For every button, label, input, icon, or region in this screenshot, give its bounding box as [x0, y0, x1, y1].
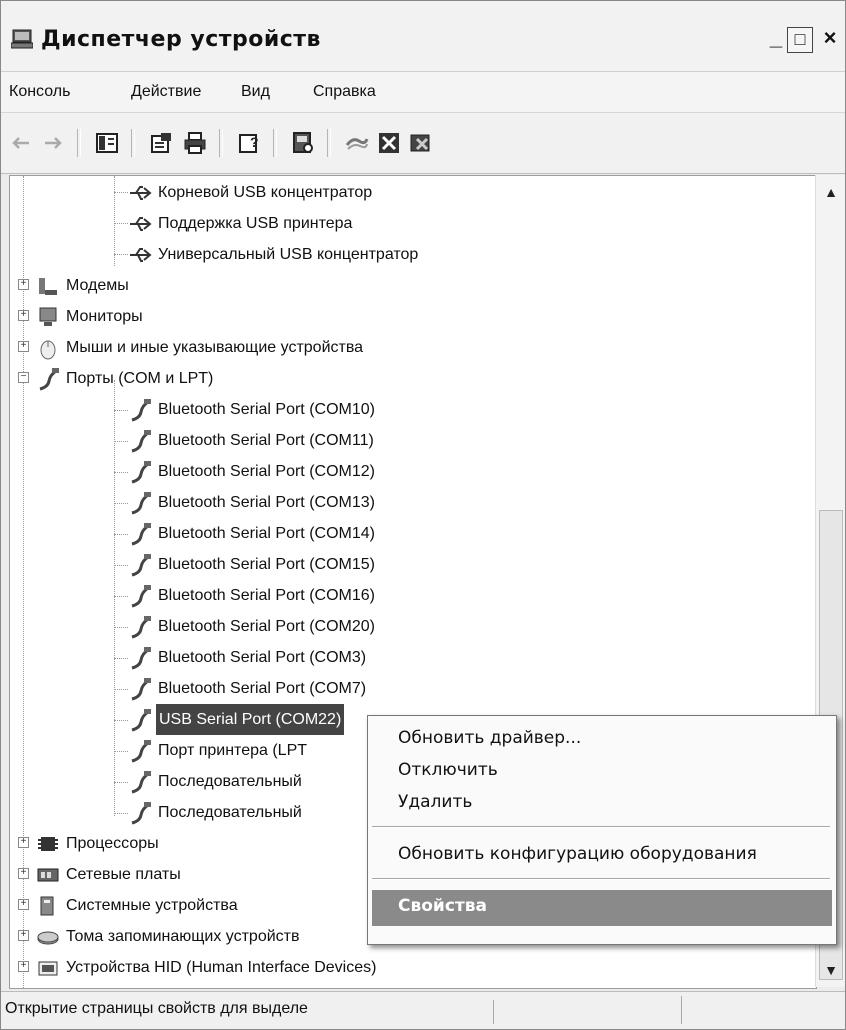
expand-toggle[interactable]: +	[18, 868, 29, 879]
expand-toggle[interactable]: +	[18, 930, 29, 941]
port-icon	[131, 740, 151, 763]
menu-disable[interactable]: Отключить	[398, 760, 498, 780]
port-icon	[131, 709, 151, 732]
modem-icon	[39, 278, 57, 295]
menu-separator	[372, 878, 830, 880]
mouse-icon	[40, 340, 56, 360]
port-icon	[131, 399, 151, 422]
toolbar: ?	[1, 113, 845, 174]
menu-console[interactable]: Консоль	[9, 83, 70, 101]
help-icon[interactable]: ?	[237, 131, 261, 155]
imaging-device-icon	[36, 987, 60, 989]
status-text: Открытие страницы свойств для выделе	[5, 1000, 494, 1024]
title-bar: Диспетчер устройств _ □ ×	[1, 1, 845, 72]
svg-text:?: ?	[250, 134, 259, 150]
print-icon[interactable]	[183, 131, 207, 155]
monitor-icon	[39, 307, 57, 326]
expand-toggle[interactable]: +	[18, 279, 29, 290]
expand-toggle[interactable]: +	[18, 837, 29, 848]
status-pane	[681, 996, 682, 1024]
expand-toggle[interactable]: +	[18, 310, 29, 321]
port-icon	[39, 368, 59, 391]
uninstall-device-icon[interactable]	[409, 131, 433, 155]
port-icon	[131, 771, 151, 794]
cpu-icon	[38, 837, 58, 851]
expand-toggle[interactable]: +	[18, 341, 29, 352]
close-button[interactable]: ×	[817, 27, 843, 53]
menu-uninstall[interactable]: Удалить	[398, 792, 472, 812]
maximize-button[interactable]: □	[787, 27, 813, 53]
minimize-button[interactable]: _	[763, 27, 789, 53]
computer-icon	[11, 29, 33, 49]
scroll-down-icon[interactable]: ▼	[818, 957, 844, 983]
menu-action[interactable]: Действие	[131, 83, 201, 101]
port-icon	[131, 616, 151, 639]
usb-icon	[130, 248, 152, 262]
port-icon	[131, 554, 151, 577]
usb-icon	[130, 186, 152, 200]
menu-properties[interactable]: Свойства	[372, 890, 832, 926]
port-icon	[131, 802, 151, 825]
scan-hardware-icon[interactable]	[291, 131, 315, 155]
show-hide-tree-icon[interactable]	[95, 131, 119, 155]
menu-update-driver[interactable]: Обновить драйвер...	[398, 728, 581, 748]
port-icon	[131, 430, 151, 453]
menu-separator	[372, 826, 830, 828]
device-manager-window: Диспетчер устройств _ □ × Консоль Действ…	[0, 0, 846, 1030]
network-card-icon	[37, 868, 59, 882]
hid-device-icon	[38, 961, 58, 976]
collapse-toggle[interactable]: −	[18, 372, 29, 383]
port-icon	[131, 523, 151, 546]
menu-bar: Консоль Действие Вид Справка	[1, 72, 845, 113]
usb-icon	[130, 217, 152, 231]
port-icon	[131, 585, 151, 608]
menu-view[interactable]: Вид	[241, 83, 270, 101]
port-icon	[131, 492, 151, 515]
expand-toggle[interactable]: +	[18, 961, 29, 972]
back-arrow-icon[interactable]	[9, 131, 33, 155]
expand-toggle[interactable]: +	[18, 899, 29, 910]
system-device-icon	[40, 896, 54, 916]
storage-volume-icon	[37, 931, 59, 945]
menu-help[interactable]: Справка	[313, 83, 376, 101]
menu-scan-hardware[interactable]: Обновить конфигурацию оборудования	[398, 844, 757, 864]
scroll-up-icon[interactable]: ▲	[818, 179, 844, 205]
forward-arrow-icon[interactable]	[41, 131, 65, 155]
disable-device-icon[interactable]	[377, 131, 401, 155]
context-menu: Обновить драйвер... Отключить Удалить Об…	[367, 715, 837, 945]
window-title: Диспетчер устройств	[41, 27, 321, 52]
port-icon	[131, 678, 151, 701]
port-icon	[131, 461, 151, 484]
port-icon	[131, 647, 151, 670]
update-driver-icon[interactable]	[345, 131, 369, 155]
status-bar: Открытие страницы свойств для выделе	[1, 991, 845, 1029]
properties-icon[interactable]	[149, 131, 173, 155]
